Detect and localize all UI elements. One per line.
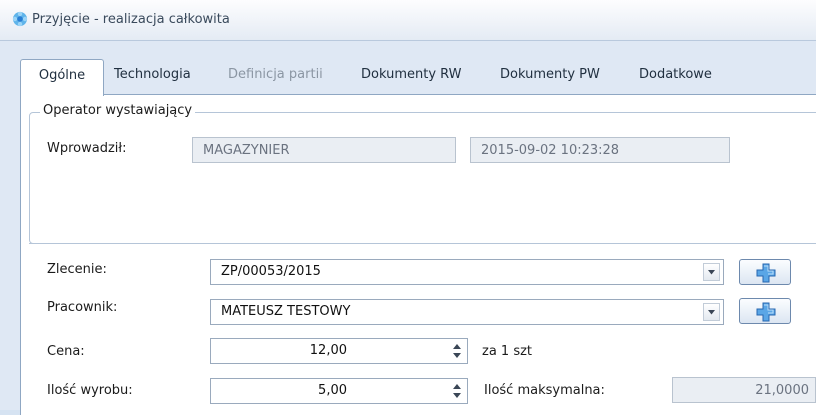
order-value: ZP/00053/2015 — [221, 264, 321, 279]
window-title: Przyjęcie - realizacja całkowita — [32, 12, 230, 27]
plus-icon — [756, 263, 776, 283]
price-value: 12,00 — [309, 343, 347, 358]
tab-dodatkowe[interactable]: Dodatkowe — [639, 59, 712, 95]
spin-arrows-icon[interactable] — [449, 341, 465, 361]
tab-dokumenty-rw[interactable]: Dokumenty RW — [361, 59, 462, 95]
order-label: Zlecenie: — [47, 262, 107, 277]
price-unit-label: za 1 szt — [482, 344, 533, 359]
max-quantity-label: Ilość maksymalna: — [484, 383, 605, 398]
spin-arrows-icon[interactable] — [449, 381, 465, 401]
operator-group — [29, 112, 816, 244]
tab-technologia[interactable]: Technologia — [114, 59, 191, 95]
price-spin-input[interactable]: 12,00 — [210, 338, 468, 364]
tab-ogolne[interactable]: Ogólne — [20, 59, 104, 96]
quantity-spin-input[interactable]: 5,00 — [210, 378, 468, 404]
max-quantity-field: 21,0000 — [672, 377, 816, 403]
price-label: Cena: — [47, 344, 85, 359]
entered-date-field: 2015-09-02 10:23:28 — [470, 137, 730, 163]
worker-label: Pracownik: — [47, 300, 118, 315]
quantity-label: Ilość wyrobu: — [47, 383, 133, 398]
chevron-down-icon — [708, 310, 715, 315]
tab-definicja-partii: Definicja partii — [228, 67, 323, 82]
worker-combobox[interactable]: MATEUSZ TESTOWY — [210, 299, 724, 325]
worker-dropdown-button[interactable] — [703, 303, 720, 321]
quantity-value: 5,00 — [318, 383, 347, 398]
section-separator — [29, 243, 816, 244]
add-worker-button[interactable] — [739, 298, 791, 324]
chevron-down-icon — [708, 270, 715, 275]
title-bar: Przyjęcie - realizacja całkowita — [0, 0, 816, 41]
add-order-button[interactable] — [739, 259, 791, 285]
worker-value: MATEUSZ TESTOWY — [221, 304, 351, 319]
operator-group-legend: Operator wystawiający — [40, 103, 196, 118]
plus-icon — [756, 302, 776, 322]
entered-by-label: Wprowadził: — [47, 141, 127, 156]
order-combobox[interactable]: ZP/00053/2015 — [210, 259, 724, 285]
entered-by-field: MAGAZYNIER — [192, 137, 456, 163]
app-gear-icon — [12, 11, 28, 27]
order-dropdown-button[interactable] — [703, 263, 720, 281]
tab-dokumenty-pw[interactable]: Dokumenty PW — [500, 59, 600, 95]
